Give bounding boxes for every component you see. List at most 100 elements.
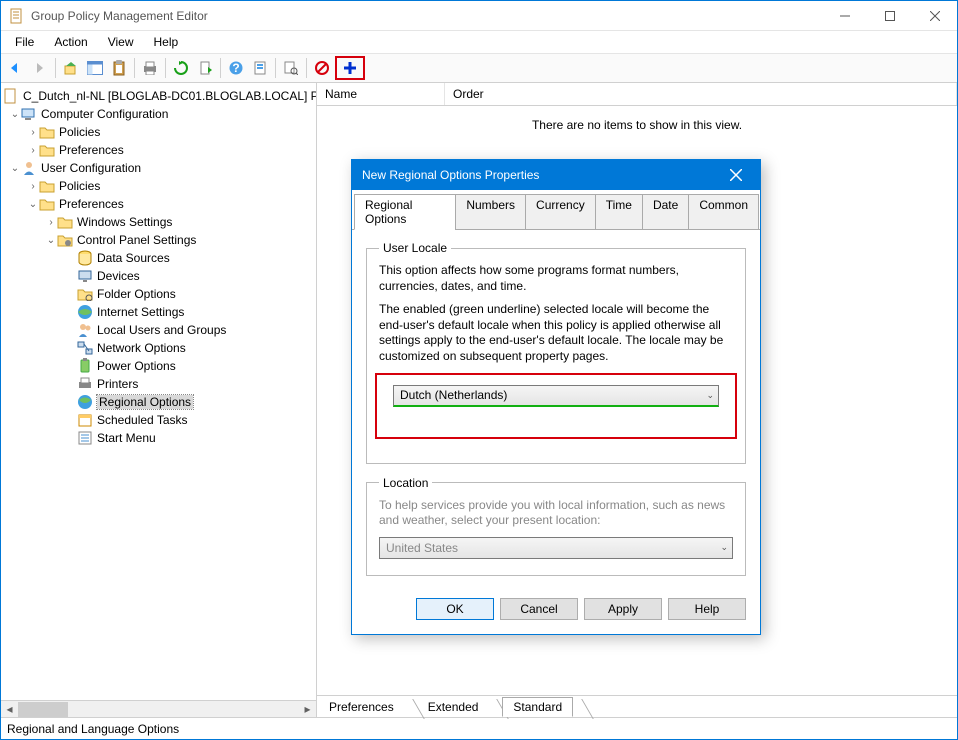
calendar-icon bbox=[77, 412, 93, 428]
chevron-down-icon: ⌄ bbox=[720, 542, 728, 553]
tree-hscrollbar[interactable]: ◂ ▸ bbox=[1, 700, 316, 717]
col-name[interactable]: Name bbox=[317, 83, 445, 105]
tab-extended[interactable]: Extended bbox=[418, 698, 489, 716]
locale-desc-1: This option affects how some programs fo… bbox=[379, 263, 733, 294]
tree-uc-policies[interactable]: › Policies bbox=[1, 177, 316, 195]
help-button[interactable]: Help bbox=[668, 598, 746, 620]
tree-network-options[interactable]: Network Options bbox=[1, 339, 316, 357]
locale-highlight: Dutch (Netherlands) ⌄ bbox=[375, 373, 737, 439]
folder-options-icon bbox=[77, 286, 93, 302]
group-location: Location To help services provide you wi… bbox=[366, 476, 746, 576]
status-text: Regional and Language Options bbox=[7, 722, 179, 736]
tab-standard[interactable]: Standard bbox=[502, 697, 573, 717]
folder-icon bbox=[39, 178, 55, 194]
tree-folder-options[interactable]: Folder Options bbox=[1, 285, 316, 303]
collapse-icon[interactable]: ⌄ bbox=[9, 109, 21, 120]
properties-dialog: New Regional Options Properties Regional… bbox=[351, 159, 761, 635]
menu-help[interactable]: Help bbox=[144, 33, 189, 51]
collapse-icon[interactable]: ⌄ bbox=[45, 235, 57, 246]
dialog-titlebar[interactable]: New Regional Options Properties bbox=[352, 160, 760, 190]
user-icon bbox=[21, 160, 37, 176]
tree-regional-options[interactable]: Regional Options bbox=[1, 393, 316, 411]
print-button[interactable] bbox=[139, 57, 161, 79]
location-value: United States bbox=[386, 541, 458, 555]
tab-numbers[interactable]: Numbers bbox=[455, 194, 526, 230]
expand-icon[interactable]: › bbox=[45, 217, 57, 228]
add-button-highlight bbox=[335, 56, 365, 80]
filter-button[interactable] bbox=[249, 57, 271, 79]
location-desc: To help services provide you with local … bbox=[379, 498, 733, 529]
tree-root[interactable]: C_Dutch_nl-NL [BLOGLAB-DC01.BLOGLAB.LOCA… bbox=[1, 87, 316, 105]
chevron-down-icon: ⌄ bbox=[706, 390, 714, 401]
add-button[interactable] bbox=[339, 57, 361, 79]
find-button[interactable] bbox=[280, 57, 302, 79]
network-icon bbox=[77, 340, 93, 356]
forward-button[interactable] bbox=[29, 57, 51, 79]
tree-devices[interactable]: Devices bbox=[1, 267, 316, 285]
tab-currency[interactable]: Currency bbox=[525, 194, 596, 230]
locale-desc-2: The enabled (green underline) selected l… bbox=[379, 302, 733, 364]
tree-user-config[interactable]: ⌄ User Configuration bbox=[1, 159, 316, 177]
tab-preferences[interactable]: Preferences bbox=[319, 698, 404, 716]
tree-printers[interactable]: Printers bbox=[1, 375, 316, 393]
svg-text:?: ? bbox=[232, 61, 239, 75]
scroll-thumb[interactable] bbox=[18, 702, 68, 717]
locale-combobox[interactable]: Dutch (Netherlands) ⌄ bbox=[393, 385, 719, 407]
tree-scheduled-tasks[interactable]: Scheduled Tasks bbox=[1, 411, 316, 429]
dialog-body: User Locale This option affects how some… bbox=[352, 231, 760, 634]
tree-pane[interactable]: C_Dutch_nl-NL [BLOGLAB-DC01.BLOGLAB.LOCA… bbox=[1, 83, 317, 717]
scroll-icon bbox=[3, 88, 19, 104]
tree-local-users[interactable]: Local Users and Groups bbox=[1, 321, 316, 339]
tree-cc-policies[interactable]: › Policies bbox=[1, 123, 316, 141]
collapse-icon[interactable]: ⌄ bbox=[9, 163, 21, 174]
apply-button[interactable]: Apply bbox=[584, 598, 662, 620]
cancel-button[interactable]: Cancel bbox=[500, 598, 578, 620]
users-icon bbox=[77, 322, 93, 338]
tree-internet-settings[interactable]: Internet Settings bbox=[1, 303, 316, 321]
close-button[interactable] bbox=[912, 1, 957, 31]
export-button[interactable] bbox=[194, 57, 216, 79]
list-header: Name Order bbox=[317, 83, 957, 106]
power-icon bbox=[77, 358, 93, 374]
scroll-left-icon[interactable]: ◂ bbox=[1, 701, 18, 718]
tree-uc-preferences[interactable]: ⌄ Preferences bbox=[1, 195, 316, 213]
collapse-icon[interactable]: ⌄ bbox=[27, 199, 39, 210]
expand-icon[interactable]: › bbox=[27, 181, 39, 192]
ok-button[interactable]: OK bbox=[416, 598, 494, 620]
location-combobox[interactable]: United States ⌄ bbox=[379, 537, 733, 559]
up-button[interactable] bbox=[60, 57, 82, 79]
expand-icon[interactable]: › bbox=[27, 145, 39, 156]
tree-cc-preferences[interactable]: › Preferences bbox=[1, 141, 316, 159]
paste-button[interactable] bbox=[108, 57, 130, 79]
tab-time[interactable]: Time bbox=[595, 194, 643, 230]
tree-power-options[interactable]: Power Options bbox=[1, 357, 316, 375]
stop-button[interactable] bbox=[311, 57, 333, 79]
help-button[interactable]: ? bbox=[225, 57, 247, 79]
tree-windows-settings[interactable]: › Windows Settings bbox=[1, 213, 316, 231]
tab-regional-options[interactable]: Regional Options bbox=[354, 194, 456, 230]
maximize-button[interactable] bbox=[867, 1, 912, 31]
tree-cp-settings[interactable]: ⌄ Control Panel Settings bbox=[1, 231, 316, 249]
refresh-button[interactable] bbox=[170, 57, 192, 79]
tree-start-menu[interactable]: Start Menu bbox=[1, 429, 316, 447]
menu-view[interactable]: View bbox=[98, 33, 144, 51]
expand-icon[interactable]: › bbox=[27, 127, 39, 138]
back-button[interactable] bbox=[5, 57, 27, 79]
control-panel-icon bbox=[57, 232, 73, 248]
col-order[interactable]: Order bbox=[445, 83, 957, 105]
tab-common[interactable]: Common bbox=[688, 194, 759, 230]
tree-computer-config[interactable]: ⌄ Computer Configuration bbox=[1, 105, 316, 123]
minimize-button[interactable] bbox=[822, 1, 867, 31]
scroll-right-icon[interactable]: ▸ bbox=[299, 701, 316, 718]
statusbar: Regional and Language Options bbox=[1, 717, 957, 739]
tab-date[interactable]: Date bbox=[642, 194, 689, 230]
tree-data-sources[interactable]: Data Sources bbox=[1, 249, 316, 267]
dialog-close-button[interactable] bbox=[716, 162, 756, 188]
legend-location: Location bbox=[379, 476, 432, 490]
bottom-tabs: Preferences Extended Standard bbox=[317, 695, 957, 717]
menu-action[interactable]: Action bbox=[44, 33, 97, 51]
folder-icon bbox=[57, 214, 73, 230]
computer-icon bbox=[21, 106, 37, 122]
menu-file[interactable]: File bbox=[5, 33, 44, 51]
show-hide-tree-button[interactable] bbox=[84, 57, 106, 79]
